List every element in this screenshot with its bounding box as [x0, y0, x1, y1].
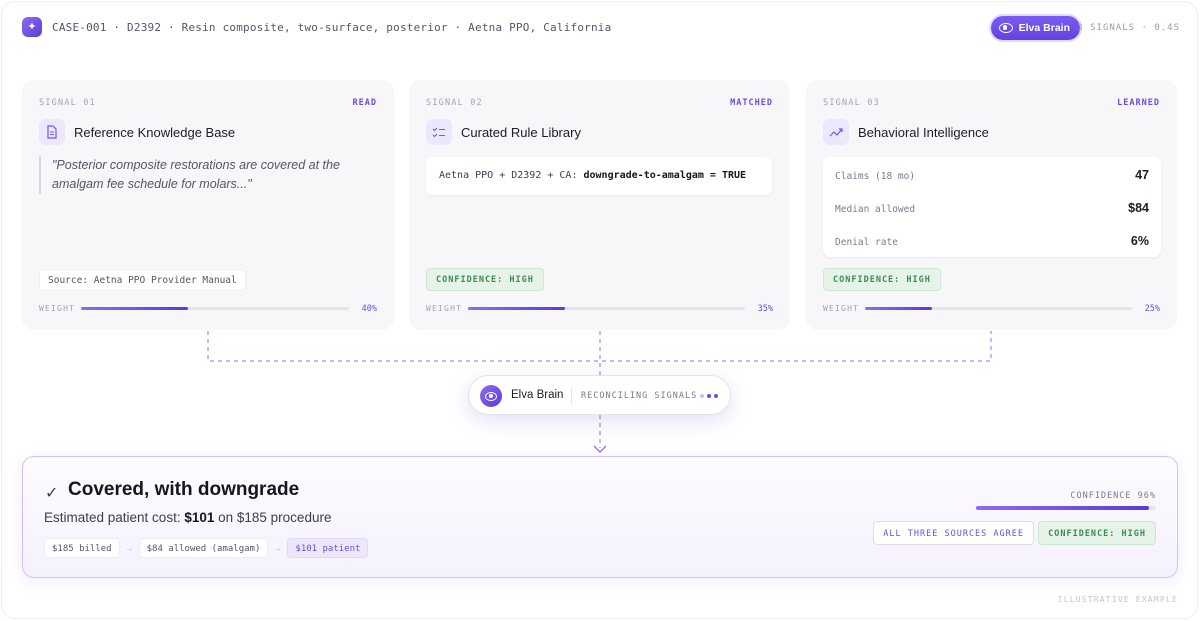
weight-row: WEIGHT 35% [426, 304, 773, 314]
stat-value: $84 [1128, 201, 1149, 215]
weight-bar [468, 307, 745, 310]
allowed-chip: $84 allowed (amalgam) [138, 538, 269, 558]
case-summary: CASE-001 · D2392 · Resin composite, two-… [52, 21, 612, 34]
result-panel: ✓ Covered, with downgrade Estimated pati… [22, 456, 1178, 578]
stats-table: Claims (18 mo) 47 Median allowed $84 Den… [823, 157, 1161, 257]
card-title: Behavioral Intelligence [858, 125, 989, 140]
weight-label: WEIGHT [39, 304, 76, 313]
policy-quote: "Posterior composite restorations are co… [39, 156, 359, 194]
arrow-right-icon: → [124, 543, 134, 553]
signal-number: SIGNAL 01 [39, 98, 96, 108]
stat-label: Denial rate [835, 237, 898, 248]
weight-bar-fill [81, 307, 189, 310]
rule-expression: Aetna PPO + D2392 + CA: downgrade-to-ama… [426, 157, 772, 195]
cost-prefix: Estimated patient cost: [44, 510, 185, 525]
signal-number: SIGNAL 02 [426, 98, 483, 108]
check-icon: ✓ [45, 485, 59, 502]
patient-chip: $101 patient [287, 538, 369, 558]
result-title: Covered, with downgrade [68, 479, 300, 500]
elva-brain-badge[interactable]: Elva Brain [990, 16, 1080, 40]
cost-value: $101 [184, 510, 215, 525]
signal-card-rule-library: SIGNAL 02 MATCHED Curated Rule Library A… [409, 80, 790, 330]
weight-percent: 35% [757, 304, 773, 314]
signal-card-knowledge-base: SIGNAL 01 READ Reference Knowledge Base … [22, 80, 394, 330]
signals-meta: 3 SIGNALS · 0.4S [1077, 23, 1180, 33]
stat-label: Median allowed [835, 204, 916, 215]
stat-label: Claims (18 mo) [835, 171, 916, 182]
weight-bar [865, 307, 1132, 310]
stat-row: Denial rate 6% [835, 233, 1149, 253]
node-title: Elva Brain [511, 389, 564, 401]
cost-suffix: on $185 procedure [214, 510, 332, 525]
brain-orb-icon [480, 385, 502, 407]
elva-brain-badge-label: Elva Brain [1018, 22, 1070, 34]
weight-bar-fill [468, 307, 565, 310]
weight-percent: 25% [1144, 304, 1160, 314]
weight-bar-fill [865, 307, 932, 310]
confidence-bar [976, 506, 1156, 510]
weight-label: WEIGHT [426, 304, 463, 313]
header: ✦ CASE-001 · D2392 · Resin composite, tw… [22, 16, 1180, 40]
signal-card-behavioral: SIGNAL 03 LEARNED Behavioral Intelligenc… [806, 80, 1177, 330]
eye-icon [998, 23, 1013, 33]
arrow-right-icon: → [273, 543, 283, 553]
weight-percent: 40% [361, 304, 377, 314]
confidence-badge: CONFIDENCE: HIGH [1038, 521, 1156, 545]
signal-status: READ [352, 98, 377, 108]
stat-row: Median allowed $84 [835, 200, 1149, 220]
signal-number: SIGNAL 03 [823, 98, 880, 108]
card-title: Reference Knowledge Base [74, 125, 236, 140]
stat-value: 47 [1135, 168, 1149, 182]
weight-label: WEIGHT [823, 304, 860, 313]
rule-condition: Aetna PPO + D2392 + CA: [439, 170, 584, 181]
signal-status: LEARNED [1117, 98, 1160, 108]
weight-bar [81, 307, 349, 310]
weight-row: WEIGHT 40% [39, 304, 377, 314]
eye-icon [485, 391, 497, 401]
billed-chip: $185 billed [44, 538, 120, 558]
sparkle-logo-icon: ✦ [22, 17, 42, 37]
confidence-bar-fill [976, 506, 1149, 510]
source-chip: Source: Aetna PPO Provider Manual [39, 269, 246, 291]
document-icon [39, 119, 65, 145]
rule-outcome: downgrade-to-amalgam = TRUE [583, 170, 747, 181]
checklist-icon [426, 119, 452, 145]
weight-row: WEIGHT 25% [823, 304, 1160, 314]
agreement-badge: ALL THREE SOURCES AGREE [873, 521, 1034, 545]
confidence-badge: CONFIDENCE: HIGH [426, 268, 544, 291]
elva-brain-node[interactable]: Elva Brain RECONCILING SIGNALS [468, 375, 731, 415]
illustrative-footnote: ILLUSTRATIVE EXAMPLE [1057, 595, 1178, 604]
confidence-label: CONFIDENCE 96% [1070, 491, 1156, 501]
stat-value: 6% [1130, 234, 1149, 248]
confidence-badge: CONFIDENCE: HIGH [823, 268, 941, 291]
trend-up-icon [823, 119, 849, 145]
signal-status: MATCHED [730, 98, 773, 108]
card-title: Curated Rule Library [461, 125, 581, 140]
node-divider [571, 388, 572, 404]
node-status: RECONCILING SIGNALS [581, 391, 698, 401]
cost-breakdown: $185 billed → $84 allowed (amalgam) → $1… [44, 538, 369, 558]
loading-dots-icon [700, 394, 718, 398]
stat-row: Claims (18 mo) 47 [835, 167, 1149, 187]
cost-estimate: Estimated patient cost: $101 on $185 pro… [44, 510, 331, 525]
